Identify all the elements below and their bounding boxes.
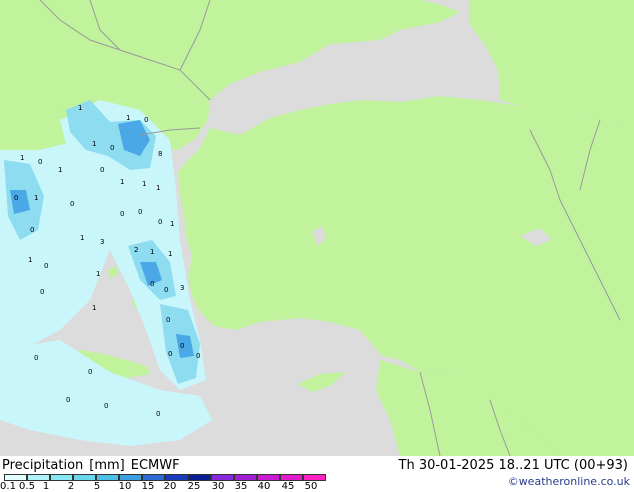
legend-swatch bbox=[280, 474, 303, 481]
grid-value-label: 0 bbox=[164, 286, 168, 294]
grid-value-label: 0 bbox=[180, 342, 184, 350]
grid-value-label: 1 bbox=[120, 178, 124, 186]
legend-label: 0.1 bbox=[0, 481, 16, 492]
grid-value-label: 0 bbox=[40, 288, 44, 296]
color-scale-labels: 0.1 0.5 1 2 5 10 15 20 25 30 35 40 45 50 bbox=[0, 482, 340, 492]
legend-swatch bbox=[142, 474, 165, 481]
grid-value-label: 0 bbox=[158, 218, 162, 226]
legend-label: 15 bbox=[141, 481, 155, 492]
legend-label: 20 bbox=[163, 481, 177, 492]
grid-value-label: 1 bbox=[78, 104, 82, 112]
grid-value-label: 0 bbox=[144, 116, 148, 124]
legend-swatch bbox=[188, 474, 211, 481]
grid-value-label: 1 bbox=[170, 220, 174, 228]
grid-value-label: 2 bbox=[134, 246, 138, 254]
map-canvas: 11 01 081 01 01 1 10 100 00 102 1 11 30 301011000 0000… bbox=[0, 0, 634, 456]
precipitation-map: 1101081010111010000102111303010110000000… bbox=[0, 0, 634, 456]
grid-value-label: 0 bbox=[166, 316, 170, 324]
legend-swatch bbox=[96, 474, 119, 481]
grid-value-label: 1 bbox=[80, 234, 84, 242]
grid-value-label: 0 bbox=[44, 262, 48, 270]
grid-value-label: 0 bbox=[70, 200, 74, 208]
legend-swatch bbox=[257, 474, 280, 481]
grid-value-label: 0 bbox=[150, 280, 154, 288]
legend-label: 45 bbox=[281, 481, 295, 492]
grid-value-label: 0 bbox=[88, 368, 92, 376]
legend-swatch bbox=[303, 474, 326, 481]
grid-value-label: 0 bbox=[110, 144, 114, 152]
legend-label: 0.5 bbox=[19, 481, 35, 492]
legend-label: 50 bbox=[304, 481, 318, 492]
grid-value-label: 0 bbox=[168, 350, 172, 358]
legend-swatch bbox=[50, 474, 73, 481]
unit-label: [mm] bbox=[89, 458, 125, 473]
grid-value-label: 3 bbox=[180, 284, 184, 292]
grid-value-label: 1 bbox=[20, 154, 24, 162]
grid-value-label: 1 bbox=[92, 304, 96, 312]
grid-value-label: 1 bbox=[28, 256, 32, 264]
legend-swatch bbox=[234, 474, 257, 481]
legend-swatch bbox=[119, 474, 142, 481]
grid-value-label: 0 bbox=[30, 226, 34, 234]
grid-value-label: 0 bbox=[196, 352, 200, 360]
legend-swatch bbox=[165, 474, 188, 481]
legend-swatch bbox=[4, 474, 27, 481]
legend-label: 30 bbox=[211, 481, 225, 492]
grid-value-label: 1 bbox=[168, 250, 172, 258]
grid-value-label: 0 bbox=[156, 410, 160, 418]
grid-value-label: 0 bbox=[14, 194, 18, 202]
grid-value-label: 8 bbox=[158, 150, 162, 158]
credit-link[interactable]: ©weatheronline.co.uk bbox=[508, 475, 630, 488]
grid-value-label: 1 bbox=[34, 194, 38, 202]
grid-value-label: 1 bbox=[156, 184, 160, 192]
grid-value-label: 0 bbox=[138, 208, 142, 216]
model-name: ECMWF bbox=[130, 458, 180, 473]
grid-value-label: 1 bbox=[58, 166, 62, 174]
grid-value-label: 0 bbox=[34, 354, 38, 362]
grid-value-label: 1 bbox=[92, 140, 96, 148]
legend-label: 5 bbox=[93, 481, 101, 492]
grid-value-label: 1 bbox=[150, 248, 154, 256]
legend-label: 25 bbox=[187, 481, 201, 492]
legend-swatch bbox=[73, 474, 96, 481]
grid-value-label: 3 bbox=[100, 238, 104, 246]
grid-value-label: 0 bbox=[66, 396, 70, 404]
valid-time: Th 30-01-2025 18..21 UTC (00+93) bbox=[398, 458, 629, 473]
legend-swatch bbox=[27, 474, 50, 481]
legend-label: 35 bbox=[234, 481, 248, 492]
grid-value-label: 0 bbox=[38, 158, 42, 166]
legend-label: 40 bbox=[257, 481, 271, 492]
product-name: Precipitation bbox=[2, 458, 84, 473]
legend-label: 10 bbox=[118, 481, 132, 492]
grid-value-label: 0 bbox=[104, 402, 108, 410]
grid-value-label: 0 bbox=[100, 166, 104, 174]
legend-label: 1 bbox=[42, 481, 50, 492]
grid-value-label: 1 bbox=[126, 114, 130, 122]
legend-title: Precipitation [mm] ECMWF bbox=[2, 458, 186, 473]
grid-value-label: 1 bbox=[96, 270, 100, 278]
legend-bar: Precipitation [mm] ECMWF Th 30-01-2025 18.… bbox=[0, 456, 634, 492]
legend-label: 2 bbox=[67, 481, 75, 492]
grid-value-label: 0 bbox=[120, 210, 124, 218]
grid-value-label: 1 bbox=[142, 180, 146, 188]
legend-swatch bbox=[211, 474, 234, 481]
